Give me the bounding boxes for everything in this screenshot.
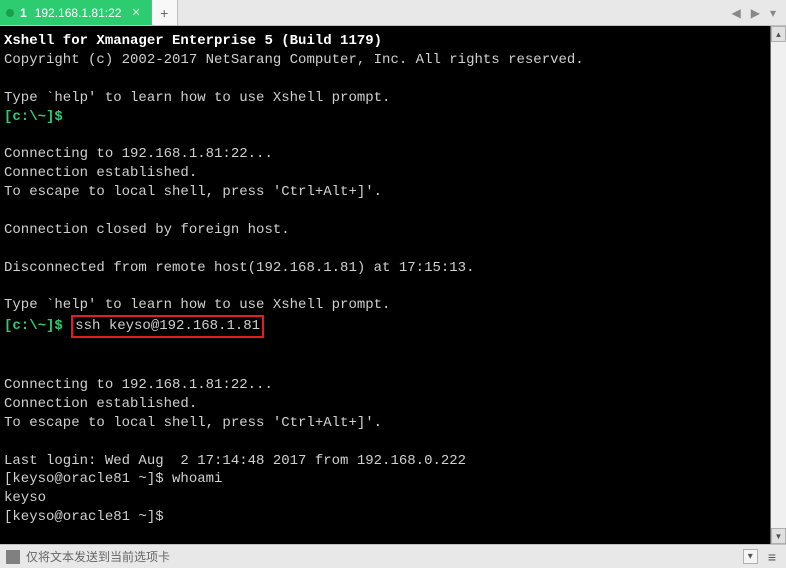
closed-line: Connection closed by foreign host. (4, 222, 290, 238)
last-login-line: Last login: Wed Aug 2 17:14:48 2017 from… (4, 453, 466, 469)
tab-prev-icon[interactable]: ◀ (728, 4, 745, 22)
scroll-track[interactable] (771, 42, 786, 528)
tab-bar: 1 192.168.1.81:22 ✕ + ◀ ▶ ▾ (0, 0, 786, 26)
ssh-command: ssh keyso@192.168.1.81 (75, 318, 260, 334)
copyright-line: Copyright (c) 2002-2017 NetSarang Comput… (4, 52, 584, 68)
connecting-line-2: Connecting to 192.168.1.81:22... (4, 377, 273, 393)
close-icon[interactable]: ✕ (131, 6, 140, 19)
scroll-down-icon[interactable]: ▼ (771, 528, 786, 544)
escape-line-1: To escape to local shell, press 'Ctrl+Al… (4, 184, 382, 200)
ssh-command-highlight: ssh keyso@192.168.1.81 (71, 315, 264, 338)
scroll-up-icon[interactable]: ▲ (771, 26, 786, 42)
connecting-line-1: Connecting to 192.168.1.81:22... (4, 146, 273, 162)
escape-line-2: To escape to local shell, press 'Ctrl+Al… (4, 415, 382, 431)
status-send-icon (6, 550, 20, 564)
disconnected-line: Disconnected from remote host(192.168.1.… (4, 260, 474, 276)
tab-status-dot (6, 9, 14, 17)
tab-list-icon[interactable]: ▾ (766, 4, 780, 22)
whoami-command: whoami (172, 471, 222, 487)
terminal-container: Xshell for Xmanager Enterprise 5 (Build … (0, 26, 786, 544)
tab-spacer (178, 0, 722, 25)
tab-next-icon[interactable]: ▶ (747, 4, 764, 22)
tab-title: 192.168.1.81:22 (35, 6, 122, 20)
tab-nav: ◀ ▶ ▾ (722, 0, 786, 25)
remote-prompt-1: [keyso@oracle81 ~]$ (4, 471, 172, 487)
local-prompt-2: [c:\~]$ (4, 318, 63, 334)
help-line-2: Type `help' to learn how to use Xshell p… (4, 297, 390, 313)
tab-active[interactable]: 1 192.168.1.81:22 ✕ (0, 0, 152, 25)
status-dropdown-icon[interactable]: ▾ (743, 549, 758, 564)
status-bar: 仅将文本发送到当前选项卡 ▾ ≡ (0, 544, 786, 568)
whoami-output: keyso (4, 490, 46, 506)
new-tab-button[interactable]: + (152, 0, 178, 25)
help-line-1: Type `help' to learn how to use Xshell p… (4, 90, 390, 106)
local-prompt-1: [c:\~]$ (4, 109, 63, 125)
tab-number: 1 (20, 6, 27, 20)
remote-prompt-2: [keyso@oracle81 ~]$ (4, 509, 172, 525)
terminal[interactable]: Xshell for Xmanager Enterprise 5 (Build … (0, 26, 770, 544)
established-line-2: Connection established. (4, 396, 197, 412)
established-line-1: Connection established. (4, 165, 197, 181)
scrollbar[interactable]: ▲ ▼ (770, 26, 786, 544)
status-text: 仅将文本发送到当前选项卡 (26, 548, 170, 565)
menu-icon[interactable]: ≡ (764, 549, 780, 565)
banner-title: Xshell for Xmanager Enterprise 5 (Build … (4, 33, 382, 49)
